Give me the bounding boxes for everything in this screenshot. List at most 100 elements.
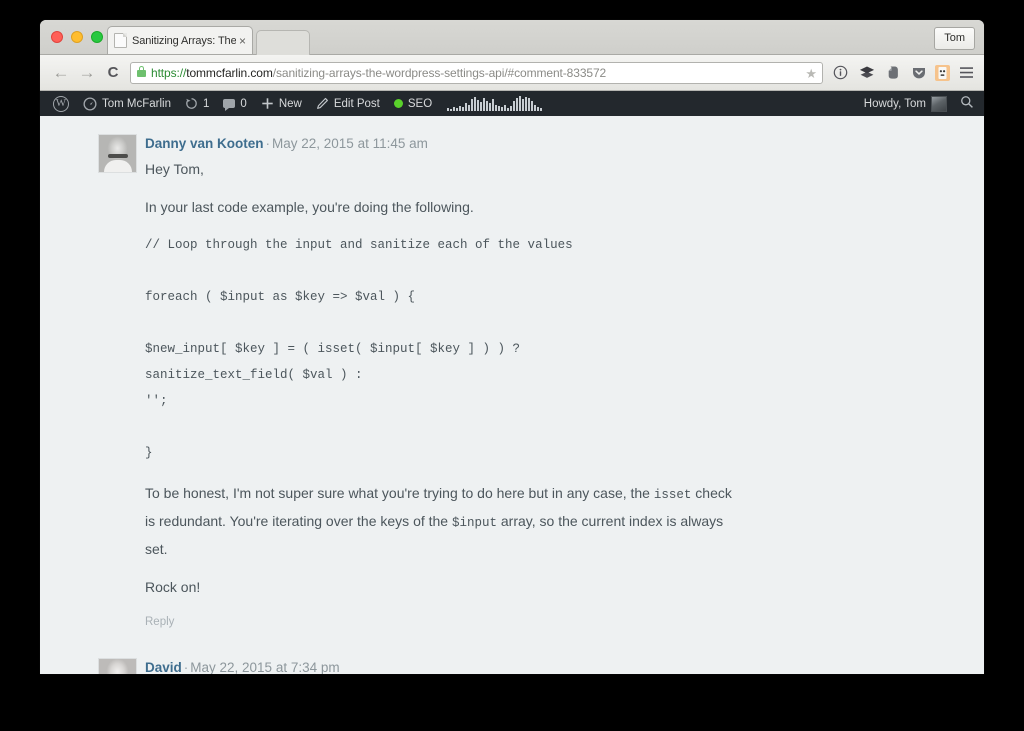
sparkline-bar [495, 105, 498, 111]
updates-menu[interactable]: 1 [178, 91, 216, 116]
edit-post-label: Edit Post [333, 97, 380, 110]
inline-code: $input [451, 515, 497, 530]
navigation-toolbar: ← → C https://tommcfarlin.com/sanitizing… [40, 55, 984, 91]
comment-bubble-icon [223, 99, 236, 111]
meta-separator: · [183, 659, 189, 674]
dashboard-icon [83, 96, 97, 111]
info-circle-icon[interactable] [831, 63, 850, 82]
comment-paragraph: To be honest, I'm not super sure what yo… [145, 484, 732, 557]
comment-date[interactable]: May 22, 2015 at 11:45 am [272, 136, 428, 151]
comment-meta: David · May 22, 2015 at 7:34 pm [145, 659, 954, 674]
new-tab-button[interactable] [256, 30, 310, 55]
comment-item: Danny van Kooten · May 22, 2015 at 11:45 a… [40, 134, 984, 644]
analytics-sparkline[interactable] [439, 96, 550, 111]
edit-post-link[interactable]: Edit Post [309, 91, 387, 116]
site-name-menu[interactable]: Tom McFarlin [76, 91, 178, 116]
sparkline-bar [462, 107, 465, 111]
sparkline-bar [483, 98, 486, 111]
bookmark-star-icon[interactable]: ★ [805, 67, 817, 80]
page-icon [114, 33, 127, 48]
comment-paragraph: In your last code example, you're doing … [145, 198, 474, 215]
sparkline-bar [504, 105, 507, 111]
extension-icon[interactable] [935, 64, 950, 81]
comment-date[interactable]: May 22, 2015 at 7:34 pm [190, 660, 339, 674]
profile-button[interactable]: Tom [934, 27, 975, 50]
comment-paragraph: Hey Tom, [145, 160, 204, 177]
code-block: // Loop through the input and sanitize e… [145, 232, 954, 466]
comment-item: David·May 22, 2015 at 7:34 pmHow about s… [40, 657, 984, 674]
sparkline-bar [507, 108, 510, 111]
pocket-icon[interactable] [909, 63, 928, 82]
code-line: foreach ( $input as $key => $val ) { [145, 289, 416, 304]
sparkline-bar [453, 107, 456, 111]
sparkline-bar [510, 106, 513, 111]
sparkline-bar [486, 101, 489, 111]
comment-author[interactable]: David [145, 660, 182, 674]
new-content-menu[interactable]: New [254, 91, 309, 116]
forward-icon[interactable]: → [74, 60, 100, 86]
wp-logo-menu[interactable]: W [46, 91, 76, 116]
comment-body: David·May 22, 2015 at 7:34 pmHow about s… [145, 658, 954, 674]
sparkline-bar [447, 108, 450, 111]
comment-paragraph: Rock on! [145, 578, 201, 595]
code-line: $new_input[ $key ] = ( isset( $input[ $k… [145, 341, 521, 356]
browser-window: Sanitizing Arrays: The Wor × Tom ← → C h… [40, 20, 984, 674]
sparkline-bar [501, 107, 504, 111]
avatar [931, 95, 947, 112]
sparkline-bar [498, 106, 501, 111]
sparkline-bar [513, 101, 516, 111]
search-icon[interactable] [960, 95, 974, 112]
seo-label: SEO [407, 97, 433, 110]
page-viewport[interactable]: Danny van Kooten · May 22, 2015 at 11:45 a… [40, 116, 984, 674]
seo-menu[interactable]: SEO [387, 91, 439, 116]
comment-body: Danny van Kooten · May 22, 2015 at 11:45 a… [145, 134, 954, 644]
layers-icon[interactable] [857, 63, 876, 82]
close-window-button[interactable] [51, 31, 63, 43]
code-line: } [145, 445, 153, 460]
sparkline-bar [474, 97, 477, 111]
wp-admin-bar: W Tom McFarlin 1 0 New Edit Post SEO How… [40, 91, 984, 116]
tab-strip: Sanitizing Arrays: The Wor × Tom [40, 20, 984, 55]
sparkline-bar [516, 98, 519, 111]
sparkline-bar [537, 107, 540, 111]
updates-icon [185, 97, 198, 110]
comment-author[interactable]: Danny van Kooten [145, 136, 264, 151]
minimize-window-button[interactable] [71, 31, 83, 43]
url-text: https://tommcfarlin.com/sanitizing-array… [151, 66, 606, 80]
maximize-window-button[interactable] [91, 31, 103, 43]
url-scheme: https:// [151, 65, 187, 80]
tab-title: Sanitizing Arrays: The Wor [132, 34, 236, 47]
comments-menu[interactable]: 0 [216, 91, 253, 116]
evernote-icon[interactable] [883, 63, 902, 82]
sparkline-bar [477, 100, 480, 111]
reply-link[interactable]: Reply [145, 616, 174, 628]
close-icon[interactable]: × [239, 35, 246, 47]
desktop: Sanitizing Arrays: The Wor × Tom ← → C h… [0, 0, 1024, 731]
url-path: /sanitizing-arrays-the-wordpress-setting… [272, 65, 607, 80]
sparkline-bar [531, 101, 534, 111]
pencil-icon [316, 97, 329, 110]
sparkline-bar [519, 96, 522, 111]
sparkline-bar [492, 99, 495, 111]
reload-icon[interactable]: C [100, 60, 126, 86]
menu-icon[interactable] [957, 63, 976, 82]
meta-separator: · [265, 136, 271, 151]
browser-tab-active[interactable]: Sanitizing Arrays: The Wor × [107, 26, 253, 54]
avatar [98, 134, 137, 173]
address-bar[interactable]: https://tommcfarlin.com/sanitizing-array… [130, 61, 823, 84]
sparkline-bar [450, 109, 453, 111]
plus-icon [261, 97, 274, 110]
window-controls [51, 31, 103, 43]
my-account-menu[interactable]: Howdy, Tom [857, 91, 954, 116]
code-line: sanitize_text_field( $val ) : [145, 367, 363, 382]
code-line: ''; [145, 393, 168, 408]
avatar [98, 657, 137, 674]
seo-status-dot-icon [393, 99, 403, 108]
inline-code: isset [653, 487, 692, 502]
back-icon[interactable]: ← [48, 60, 74, 86]
sparkline-bar [471, 99, 474, 111]
comments-list: Danny van Kooten · May 22, 2015 at 11:45 a… [40, 116, 984, 674]
